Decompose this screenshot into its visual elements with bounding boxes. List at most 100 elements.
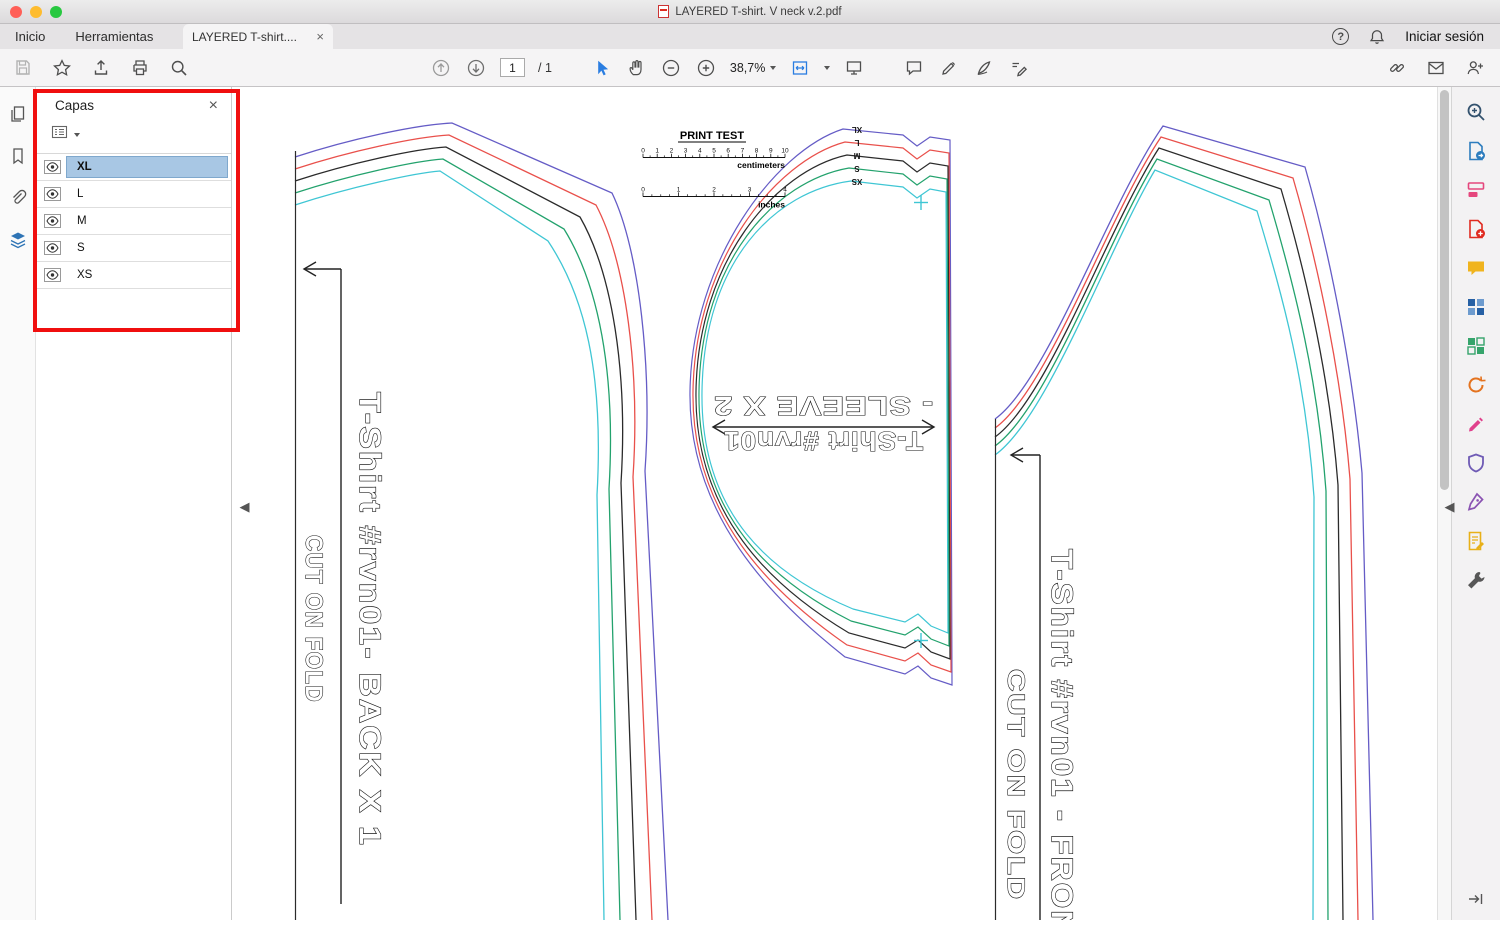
document-tab-label: LAYERED T-shirt....	[192, 29, 297, 44]
search-icon[interactable]	[168, 57, 190, 79]
export-pdf-icon[interactable]	[1464, 139, 1488, 163]
sleeve-title-line1: - SLEEVE X 2	[713, 391, 933, 421]
window-controls	[10, 5, 62, 18]
tab-inicio[interactable]: Inicio	[0, 24, 60, 49]
print-test-title: PRINT TEST	[680, 130, 744, 142]
notifications-bell-icon[interactable]	[1366, 26, 1388, 48]
close-window-button[interactable]	[10, 5, 22, 18]
star-favorites-icon[interactable]	[51, 57, 73, 79]
front-piece-title: T-Shirt #rvn01 - FRONT X	[1045, 549, 1078, 920]
open-tools-pane-icon[interactable]	[1467, 891, 1485, 912]
red-highlight-annotation	[33, 89, 240, 332]
scan-ocr-icon[interactable]	[1464, 373, 1488, 397]
pattern-outline	[994, 158, 1329, 921]
request-signatures-icon[interactable]	[1464, 529, 1488, 553]
cm-tick-label: 1	[655, 148, 659, 155]
protect-shield-icon[interactable]	[1464, 451, 1488, 475]
zoom-level-dropdown[interactable]: 38,7%	[729, 60, 777, 75]
page-display-icon[interactable]	[843, 57, 865, 79]
left-navigation-rail	[0, 87, 36, 920]
save-icon[interactable]	[12, 57, 34, 79]
page-number-input[interactable]: 1	[500, 58, 525, 77]
create-pdf-icon[interactable]	[1464, 217, 1488, 241]
comment-panel-icon[interactable]	[1464, 256, 1488, 280]
layers-icon[interactable]	[7, 229, 29, 251]
cm-tick-label: 10	[781, 148, 789, 155]
pattern-outline	[294, 134, 653, 921]
size-label: XL	[852, 125, 862, 134]
share-with-people-icon[interactable]	[1464, 57, 1486, 79]
cm-tick-label: 6	[726, 148, 730, 155]
sleeve-title-line2: T-Shirt #rvn01	[723, 426, 923, 456]
combine-files-icon[interactable]	[1464, 295, 1488, 319]
size-label: S	[854, 164, 860, 173]
zoom-level-value: 38,7%	[729, 60, 766, 75]
cm-label: centimeters	[737, 160, 785, 170]
back-fold-label: CUT ON FOLD	[300, 535, 327, 703]
organize-pages-icon[interactable]	[1464, 334, 1488, 358]
select-tool-icon[interactable]	[590, 57, 612, 79]
size-label: M	[853, 151, 860, 160]
attachments-icon[interactable]	[7, 187, 29, 209]
cm-tick-label: 5	[712, 148, 716, 155]
edit-pdf-icon[interactable]	[1464, 178, 1488, 202]
scrollbar-thumb[interactable]	[1440, 90, 1449, 490]
page-thumbnails-icon[interactable]	[7, 103, 29, 125]
previous-page-icon[interactable]	[430, 57, 452, 79]
email-icon[interactable]	[1425, 57, 1447, 79]
chevron-down-icon	[770, 65, 777, 70]
chevron-down-icon[interactable]	[824, 65, 831, 70]
document-tab-close-icon[interactable]: ×	[316, 30, 324, 43]
front-fold-label: CUT ON FOLD	[1002, 669, 1029, 901]
tab-bar: Inicio Herramientas LAYERED T-shirt.... …	[0, 24, 1500, 49]
cm-tick-label: 4	[698, 148, 702, 155]
fill-sign-pen-icon[interactable]	[1464, 490, 1488, 514]
next-page-icon[interactable]	[465, 57, 487, 79]
main-toolbar: 1 / 1 38,7%	[0, 49, 1500, 87]
pattern-outline	[994, 169, 1315, 921]
pattern-outline	[294, 158, 621, 921]
right-tools-rail	[1451, 87, 1500, 920]
tab-herramientas[interactable]: Herramientas	[60, 24, 168, 49]
highlighter-icon[interactable]	[938, 57, 960, 79]
sewing-pattern-page: PRINT TEST 0 1 2 3 4 5 6 7 8 9 10 centimeters 0123…	[294, 122, 1374, 925]
comment-tool-icon[interactable]	[903, 57, 925, 79]
pdf-file-icon	[658, 5, 670, 18]
help-icon[interactable]: ?	[1332, 28, 1350, 45]
share-link-icon[interactable]	[1386, 57, 1408, 79]
print-icon[interactable]	[129, 57, 151, 79]
collapse-left-panel-icon[interactable]: ◀	[238, 492, 251, 522]
cm-tick-label: 9	[769, 148, 773, 155]
collapse-right-panel-icon[interactable]: ◀	[1443, 492, 1456, 522]
cm-tick-label: 2	[670, 148, 674, 155]
sign-in-button[interactable]: Iniciar sesión	[1405, 29, 1484, 44]
zoom-in-icon[interactable]	[695, 57, 717, 79]
marker-pen-icon[interactable]	[1464, 412, 1488, 436]
cm-tick-label: 0	[641, 148, 645, 155]
size-label: XS	[851, 177, 862, 186]
cm-tick-label: 3	[684, 148, 688, 155]
print-test-block: PRINT TEST 0 1 2 3 4 5 6 7 8 9 10 centimeters 0123…	[641, 130, 789, 210]
pattern-outline	[294, 146, 637, 921]
page-count-label: / 1	[538, 60, 552, 75]
sign-quill-icon[interactable]	[973, 57, 995, 79]
minimize-window-button[interactable]	[30, 5, 42, 18]
zoom-out-icon[interactable]	[660, 57, 682, 79]
fill-sign-icon[interactable]	[1008, 57, 1030, 79]
zoom-window-button[interactable]	[50, 5, 62, 18]
window-titlebar: LAYERED T-shirt. V neck v.2.pdf	[0, 0, 1500, 24]
inch-label: inches	[758, 200, 785, 210]
bookmarks-icon[interactable]	[7, 145, 29, 167]
back-piece-title: T-Shirt #rvn01- BACK X 1	[353, 392, 386, 847]
more-tools-icon[interactable]	[1464, 568, 1488, 592]
document-canvas[interactable]: PRINT TEST 0 1 2 3 4 5 6 7 8 9 10 centimeters 0123…	[232, 87, 1437, 925]
cm-tick-label: 7	[741, 148, 745, 155]
share-upload-icon[interactable]	[90, 57, 112, 79]
document-tab[interactable]: LAYERED T-shirt.... ×	[183, 24, 333, 49]
search-tools-icon[interactable]	[1464, 100, 1488, 124]
window-title-area: LAYERED T-shirt. V neck v.2.pdf	[0, 0, 1500, 23]
pattern-pieces	[294, 122, 1374, 921]
fit-width-icon[interactable]	[789, 57, 811, 79]
hand-tool-icon[interactable]	[625, 57, 647, 79]
cm-tick-label: 8	[755, 148, 759, 155]
